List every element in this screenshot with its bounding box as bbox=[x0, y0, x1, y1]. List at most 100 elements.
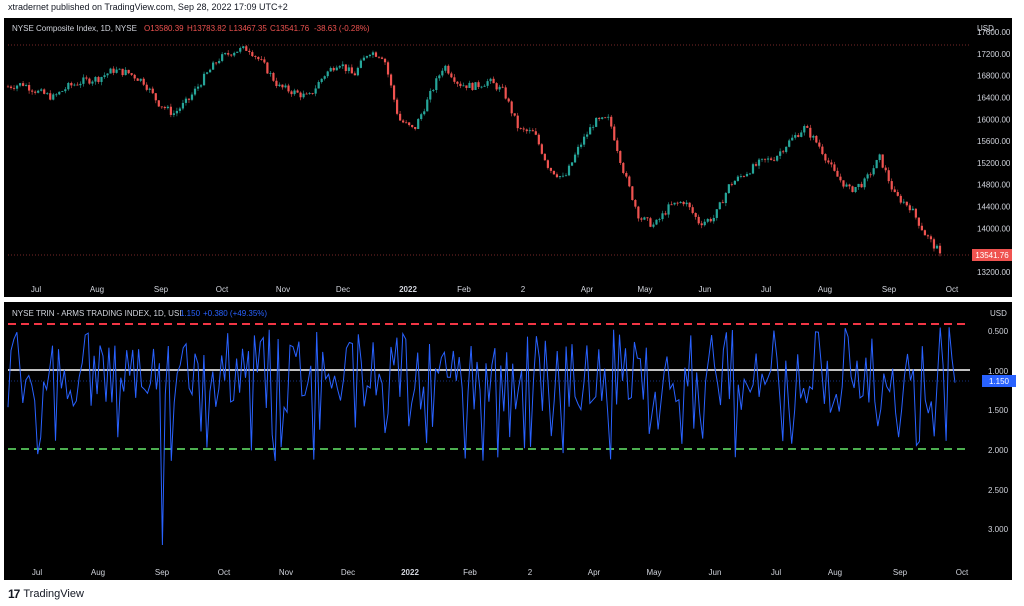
candle-119 bbox=[365, 55, 369, 59]
candle-222 bbox=[676, 201, 679, 206]
candle-90 bbox=[278, 82, 281, 87]
candle-48 bbox=[151, 86, 154, 95]
candle-132 bbox=[405, 120, 408, 124]
price-xtick-4: Nov bbox=[276, 285, 290, 294]
price-axis[interactable]: 17600.0017200.0016800.0016400.0016000.00… bbox=[977, 28, 1011, 277]
candle-85 bbox=[263, 56, 266, 64]
candle-32 bbox=[103, 72, 106, 79]
candle-190 bbox=[579, 142, 583, 149]
candle-273 bbox=[830, 159, 833, 168]
candle-199 bbox=[607, 114, 610, 121]
chart-svg[interactable]: 17600.0017200.0016800.0016400.0016000.00… bbox=[0, 0, 1024, 606]
footer-brand[interactable]: 17 TradingView bbox=[8, 587, 84, 601]
price-tick-6: 15200.00 bbox=[977, 159, 1011, 168]
candle-52 bbox=[163, 105, 166, 110]
trin-axis[interactable]: 0.500 1.000 1.500 2.000 2.500 3.000 bbox=[988, 327, 1009, 534]
candle-149 bbox=[456, 81, 459, 87]
candle-29 bbox=[94, 76, 97, 85]
candle-176 bbox=[537, 133, 540, 146]
candle-294 bbox=[893, 186, 896, 193]
price-tick-8: 14400.00 bbox=[977, 203, 1011, 212]
candle-142 bbox=[435, 75, 438, 93]
candle-174 bbox=[531, 128, 534, 132]
candle-61 bbox=[190, 92, 194, 102]
candle-305 bbox=[926, 234, 930, 239]
candle-185 bbox=[564, 173, 568, 177]
candle-148 bbox=[453, 74, 456, 84]
price-xtick-7: Feb bbox=[457, 285, 471, 294]
candle-227 bbox=[691, 204, 694, 215]
candle-279 bbox=[848, 183, 851, 190]
candle-178 bbox=[543, 153, 546, 161]
trin-time-axis[interactable]: Jul Aug Sep Oct Nov Dec 2022 Feb 2 Apr May Jun Jul Au… bbox=[32, 568, 969, 577]
price-pane[interactable]: 17600.0017200.0016800.0016400.0016000.00… bbox=[6, 24, 1012, 294]
candle-51 bbox=[160, 106, 163, 109]
candle-25 bbox=[82, 74, 85, 87]
candle-289 bbox=[878, 153, 881, 163]
candle-285 bbox=[866, 172, 869, 182]
candle-180 bbox=[549, 167, 553, 174]
candle-211 bbox=[643, 216, 646, 221]
candle-101 bbox=[311, 92, 314, 95]
candle-181 bbox=[552, 170, 556, 175]
candle-78 bbox=[242, 45, 245, 50]
candle-291 bbox=[884, 165, 887, 173]
candle-189 bbox=[576, 144, 580, 158]
candle-77 bbox=[239, 46, 242, 54]
candle-126 bbox=[386, 60, 390, 78]
candle-39 bbox=[124, 67, 127, 76]
candle-167 bbox=[510, 100, 513, 117]
candle-304 bbox=[923, 229, 927, 236]
trin-xtick-6: 2022 bbox=[401, 568, 419, 577]
candle-89 bbox=[275, 77, 278, 89]
trin-series-line bbox=[7, 327, 956, 546]
candle-81 bbox=[251, 50, 254, 58]
candle-1 bbox=[9, 85, 13, 90]
candle-87 bbox=[269, 71, 272, 77]
candle-2 bbox=[12, 85, 16, 91]
candle-7 bbox=[28, 81, 31, 94]
trin-pane[interactable]: 0.500 1.000 1.500 2.000 2.500 3.000 1.150 USD… bbox=[7, 309, 1016, 577]
candle-18 bbox=[61, 90, 64, 92]
candle-308 bbox=[935, 244, 939, 249]
candle-47 bbox=[148, 87, 151, 93]
candle-240 bbox=[730, 182, 733, 187]
candle-218 bbox=[664, 210, 667, 216]
candle-170 bbox=[519, 127, 522, 130]
candle-258 bbox=[785, 146, 788, 154]
price-xtick-9: Apr bbox=[581, 285, 594, 294]
candle-158 bbox=[483, 84, 486, 87]
candle-306 bbox=[929, 234, 933, 243]
candle-266 bbox=[809, 124, 812, 141]
candle-146 bbox=[447, 64, 450, 75]
candle-259 bbox=[788, 138, 791, 148]
candle-59 bbox=[184, 96, 188, 106]
candle-79 bbox=[245, 44, 248, 51]
candle-202 bbox=[616, 137, 619, 154]
tradingview-logo-icon: 17 bbox=[8, 587, 20, 601]
candle-19 bbox=[64, 87, 67, 94]
brand-label: TradingView bbox=[23, 588, 84, 600]
price-time-axis[interactable]: Jul Aug Sep Oct Nov Dec 2022 Feb 2 Apr May Jun Jul Au… bbox=[31, 285, 959, 294]
candle-36 bbox=[115, 66, 118, 74]
candle-73 bbox=[227, 50, 230, 57]
candle-5 bbox=[21, 80, 25, 87]
candle-219 bbox=[667, 202, 670, 218]
candle-200 bbox=[610, 115, 613, 129]
candle-221 bbox=[673, 202, 676, 206]
pane-divider[interactable] bbox=[4, 297, 1012, 302]
candle-307 bbox=[932, 237, 936, 252]
candle-38 bbox=[121, 68, 124, 77]
candle-265 bbox=[806, 124, 809, 129]
candle-299 bbox=[908, 203, 911, 213]
candle-145 bbox=[444, 64, 447, 73]
candle-20 bbox=[67, 81, 70, 91]
candle-43 bbox=[136, 77, 139, 81]
candle-205 bbox=[625, 171, 628, 179]
candle-270 bbox=[821, 144, 824, 156]
candle-35 bbox=[112, 66, 115, 76]
candle-220 bbox=[670, 201, 673, 206]
candle-110 bbox=[338, 65, 341, 69]
candle-44 bbox=[139, 78, 142, 83]
last-price-label: 13541.76 bbox=[975, 251, 1009, 260]
